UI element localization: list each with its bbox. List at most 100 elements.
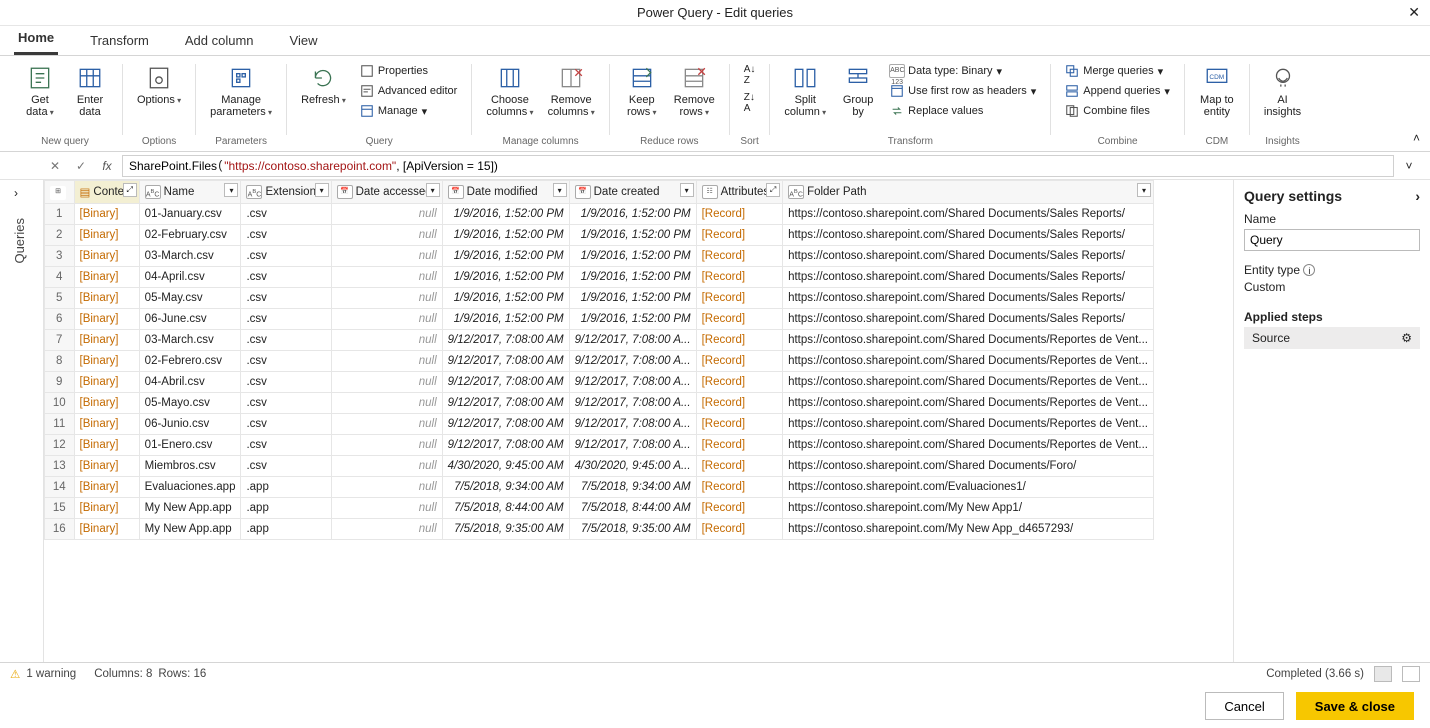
cell-name[interactable]: Evaluaciones.app xyxy=(139,477,241,498)
cell-content[interactable]: [Binary] xyxy=(74,372,139,393)
cell-folder[interactable]: https://contoso.sharepoint.com/Shared Do… xyxy=(783,372,1154,393)
cell-folder[interactable]: https://contoso.sharepoint.com/Evaluacio… xyxy=(783,477,1154,498)
cell-folder[interactable]: https://contoso.sharepoint.com/Shared Do… xyxy=(783,414,1154,435)
grid-corner[interactable]: ⊞ xyxy=(45,181,75,204)
cell-name[interactable]: 03-March.csv xyxy=(139,330,241,351)
cell-content[interactable]: [Binary] xyxy=(74,309,139,330)
col-accessed-filter[interactable]: ▾ xyxy=(426,183,440,197)
cell-accessed[interactable]: null xyxy=(331,372,442,393)
cell-accessed[interactable]: null xyxy=(331,456,442,477)
ai-insights-button[interactable]: AIinsights xyxy=(1260,62,1305,120)
cell-created[interactable]: 9/12/2017, 7:08:00 A... xyxy=(569,414,696,435)
cell-created[interactable]: 7/5/2018, 8:44:00 AM xyxy=(569,498,696,519)
row-number[interactable]: 16 xyxy=(45,519,75,540)
cell-folder[interactable]: https://contoso.sharepoint.com/My New Ap… xyxy=(783,519,1154,540)
cell-accessed[interactable]: null xyxy=(331,393,442,414)
cell-name[interactable]: 01-Enero.csv xyxy=(139,435,241,456)
ribbon-collapse-icon[interactable]: ˄ xyxy=(1413,131,1420,145)
cell-name[interactable]: 05-Mayo.csv xyxy=(139,393,241,414)
row-number[interactable]: 5 xyxy=(45,288,75,309)
cell-modified[interactable]: 9/12/2017, 7:08:00 AM xyxy=(442,372,569,393)
table-row[interactable]: 10[Binary]05-Mayo.csv.csvnull9/12/2017, … xyxy=(45,393,1154,414)
cell-created[interactable]: 9/12/2017, 7:08:00 A... xyxy=(569,393,696,414)
table-row[interactable]: 2[Binary]02-February.csv.csvnull1/9/2016… xyxy=(45,225,1154,246)
table-row[interactable]: 9[Binary]04-Abril.csv.csvnull9/12/2017, … xyxy=(45,372,1154,393)
cell-extension[interactable]: .csv xyxy=(241,372,331,393)
row-number[interactable]: 11 xyxy=(45,414,75,435)
cell-modified[interactable]: 1/9/2016, 1:52:00 PM xyxy=(442,267,569,288)
cell-created[interactable]: 7/5/2018, 9:34:00 AM xyxy=(569,477,696,498)
cell-extension[interactable]: .csv xyxy=(241,225,331,246)
cell-attributes[interactable]: [Record] xyxy=(696,372,782,393)
cell-name[interactable]: 01-January.csv xyxy=(139,204,241,225)
applied-step-source[interactable]: Source⚙ xyxy=(1244,327,1420,349)
table-row[interactable]: 3[Binary]03-March.csv.csvnull1/9/2016, 1… xyxy=(45,246,1154,267)
cell-name[interactable]: 06-Junio.csv xyxy=(139,414,241,435)
cell-modified[interactable]: 1/9/2016, 1:52:00 PM xyxy=(442,309,569,330)
col-folder-path[interactable]: ABCFolder Path▾ xyxy=(783,181,1154,204)
formula-cancel-icon[interactable]: ✕ xyxy=(44,155,66,177)
cancel-button[interactable]: Cancel xyxy=(1205,692,1283,720)
cell-name[interactable]: 05-May.csv xyxy=(139,288,241,309)
keep-rows-button[interactable]: Keeprows xyxy=(620,62,664,121)
cell-created[interactable]: 1/9/2016, 1:52:00 PM xyxy=(569,204,696,225)
cell-content[interactable]: [Binary] xyxy=(74,435,139,456)
enter-data-button[interactable]: Enterdata xyxy=(68,62,112,120)
col-content-expand[interactable]: ⤢ xyxy=(123,183,137,197)
cell-extension[interactable]: .app xyxy=(241,498,331,519)
cell-modified[interactable]: 7/5/2018, 9:35:00 AM xyxy=(442,519,569,540)
properties-button[interactable]: Properties xyxy=(356,62,462,80)
col-attributes[interactable]: ☷Attributes⤢ xyxy=(696,181,782,204)
tab-home[interactable]: Home xyxy=(14,24,58,55)
cell-created[interactable]: 9/12/2017, 7:08:00 A... xyxy=(569,351,696,372)
row-number[interactable]: 4 xyxy=(45,267,75,288)
cell-accessed[interactable]: null xyxy=(331,414,442,435)
cell-content[interactable]: [Binary] xyxy=(74,351,139,372)
cell-created[interactable]: 9/12/2017, 7:08:00 A... xyxy=(569,372,696,393)
col-date-created[interactable]: 📅Date created▾ xyxy=(569,181,696,204)
table-row[interactable]: 6[Binary]06-June.csv.csvnull1/9/2016, 1:… xyxy=(45,309,1154,330)
view-table-button[interactable] xyxy=(1374,666,1392,682)
cell-folder[interactable]: https://contoso.sharepoint.com/Shared Do… xyxy=(783,288,1154,309)
cell-modified[interactable]: 9/12/2017, 7:08:00 AM xyxy=(442,351,569,372)
cell-name[interactable]: 04-Abril.csv xyxy=(139,372,241,393)
cell-attributes[interactable]: [Record] xyxy=(696,477,782,498)
cell-accessed[interactable]: null xyxy=(331,246,442,267)
cell-name[interactable]: 04-April.csv xyxy=(139,267,241,288)
cell-extension[interactable]: .csv xyxy=(241,267,331,288)
cell-modified[interactable]: 1/9/2016, 1:52:00 PM xyxy=(442,288,569,309)
col-attributes-expand[interactable]: ⤢ xyxy=(766,183,780,197)
cell-modified[interactable]: 7/5/2018, 8:44:00 AM xyxy=(442,498,569,519)
col-folder-filter[interactable]: ▾ xyxy=(1137,183,1151,197)
col-content[interactable]: ▤Content⤢ xyxy=(74,181,139,204)
cell-content[interactable]: [Binary] xyxy=(74,414,139,435)
group-by-button[interactable]: Groupby xyxy=(836,62,880,120)
sort-asc-button[interactable]: A↓Z xyxy=(740,62,760,88)
col-extension-filter[interactable]: ▾ xyxy=(315,183,329,197)
cell-attributes[interactable]: [Record] xyxy=(696,498,782,519)
row-number[interactable]: 8 xyxy=(45,351,75,372)
cell-accessed[interactable]: null xyxy=(331,225,442,246)
warning-icon[interactable]: ⚠ xyxy=(10,667,20,681)
col-date-modified[interactable]: 📅Date modified▾ xyxy=(442,181,569,204)
cell-content[interactable]: [Binary] xyxy=(74,225,139,246)
cell-folder[interactable]: https://contoso.sharepoint.com/Shared Do… xyxy=(783,204,1154,225)
cell-extension[interactable]: .csv xyxy=(241,435,331,456)
cell-attributes[interactable]: [Record] xyxy=(696,414,782,435)
step-gear-icon[interactable]: ⚙ xyxy=(1401,331,1412,345)
cell-created[interactable]: 7/5/2018, 9:35:00 AM xyxy=(569,519,696,540)
merge-queries-button[interactable]: Merge queries ▾ xyxy=(1061,62,1174,80)
cell-attributes[interactable]: [Record] xyxy=(696,351,782,372)
cell-attributes[interactable]: [Record] xyxy=(696,225,782,246)
cell-created[interactable]: 1/9/2016, 1:52:00 PM xyxy=(569,267,696,288)
remove-columns-button[interactable]: Removecolumns xyxy=(544,62,599,121)
query-name-input[interactable] xyxy=(1244,229,1420,251)
col-created-filter[interactable]: ▾ xyxy=(680,183,694,197)
cell-modified[interactable]: 4/30/2020, 9:45:00 AM xyxy=(442,456,569,477)
cell-attributes[interactable]: [Record] xyxy=(696,246,782,267)
cell-modified[interactable]: 9/12/2017, 7:08:00 AM xyxy=(442,393,569,414)
cell-created[interactable]: 1/9/2016, 1:52:00 PM xyxy=(569,246,696,267)
refresh-button[interactable]: Refresh xyxy=(297,62,350,109)
manage-parameters-button[interactable]: Manageparameters xyxy=(206,62,276,121)
sort-desc-button[interactable]: Z↓A xyxy=(740,90,760,116)
